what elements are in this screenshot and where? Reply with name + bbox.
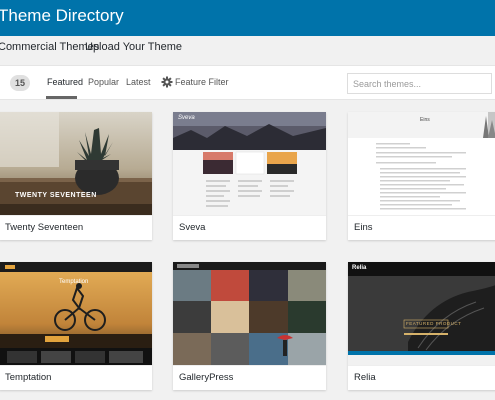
- tab-popular[interactable]: Popular: [88, 77, 119, 87]
- gear-icon[interactable]: [161, 76, 173, 88]
- theme-screenshot[interactable]: TWENTY SEVENTEEN: [0, 112, 152, 215]
- theme-count-badge: 15: [10, 75, 30, 91]
- theme-screenshot[interactable]: [173, 262, 326, 365]
- theme-preview-title: Relia: [352, 265, 367, 271]
- theme-screenshot[interactable]: Temptation: [0, 262, 152, 365]
- theme-screenshot[interactable]: Sveva: [173, 112, 326, 215]
- filter-bar: 15 Featured Popular Latest Feature Filte…: [0, 65, 495, 100]
- theme-preview-title: Temptation: [59, 279, 89, 285]
- theme-name[interactable]: Eins: [348, 215, 495, 240]
- theme-preview-title: TWENTY SEVENTEEN: [15, 192, 97, 199]
- theme-card[interactable]: Relia FEATURED PRODUCT Relia: [348, 262, 495, 390]
- theme-card[interactable]: GalleryPress: [173, 262, 326, 390]
- theme-screenshot[interactable]: Eins: [348, 112, 495, 215]
- theme-name[interactable]: Sveva: [173, 215, 326, 240]
- theme-card[interactable]: Eins Eins: [348, 112, 495, 240]
- sub-navigation: Commercial Themes Upload Your Theme: [0, 36, 495, 60]
- page-title: Theme Directory: [0, 6, 124, 25]
- theme-name[interactable]: GalleryPress: [173, 365, 326, 390]
- tab-featured[interactable]: Featured: [47, 77, 83, 87]
- theme-name[interactable]: Twenty Seventeen: [0, 215, 152, 240]
- theme-screenshot[interactable]: Relia FEATURED PRODUCT: [348, 262, 495, 365]
- feature-filter-button[interactable]: Feature Filter: [175, 77, 229, 87]
- theme-card[interactable]: Sveva Sveva: [173, 112, 326, 240]
- theme-preview-title: Sveva: [178, 115, 195, 121]
- theme-card[interactable]: TWENTY SEVENTEEN Twenty Seventeen: [0, 112, 152, 240]
- tab-latest[interactable]: Latest: [126, 77, 151, 87]
- theme-card[interactable]: Temptation Temptation: [0, 262, 152, 390]
- theme-name[interactable]: Temptation: [0, 365, 152, 390]
- active-tab-indicator: [46, 96, 77, 99]
- header-bar: Theme Directory: [0, 0, 495, 36]
- theme-name[interactable]: Relia: [348, 365, 495, 390]
- search-input[interactable]: [347, 73, 492, 94]
- theme-preview-subtitle: FEATURED PRODUCT: [406, 321, 462, 326]
- nav-upload-theme[interactable]: Upload Your Theme: [85, 41, 182, 53]
- theme-preview-title: Eins: [420, 117, 430, 123]
